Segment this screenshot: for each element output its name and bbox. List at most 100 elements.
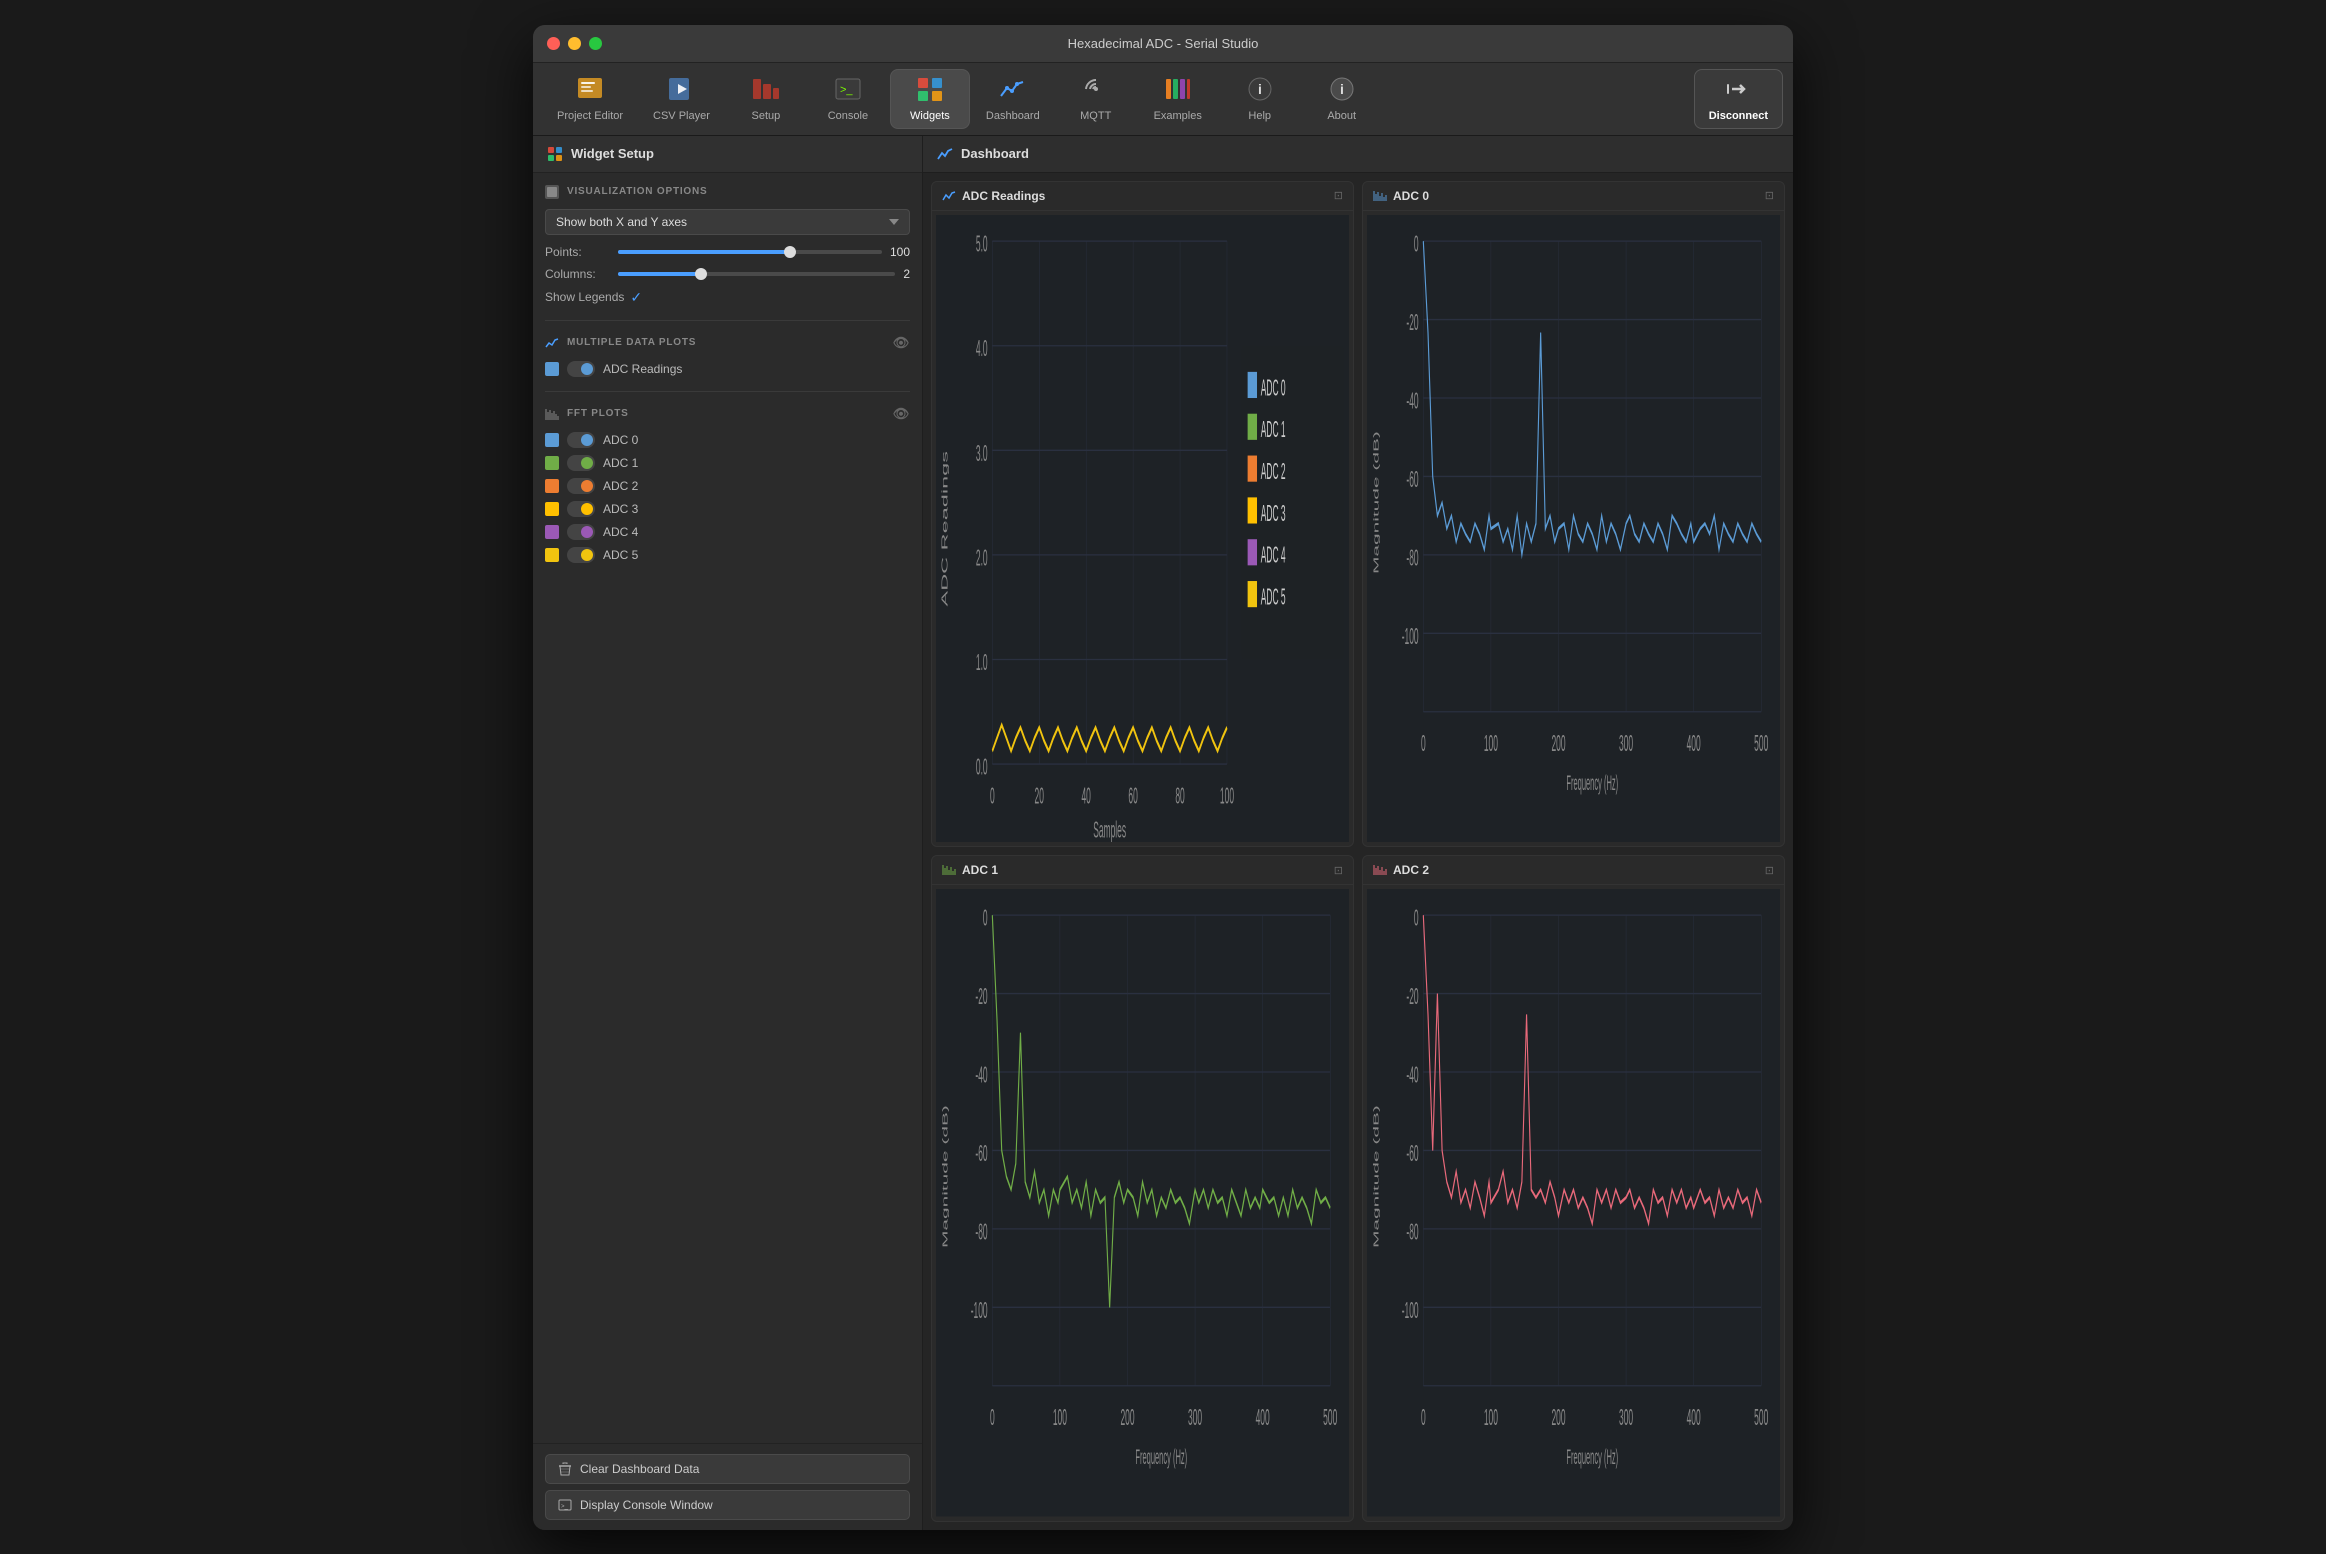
adc1-expand-icon[interactable]: ⊡	[1334, 864, 1343, 877]
chart-adc0-body: 0 -20 -40 -60 -80 -100 0 100	[1363, 211, 1784, 847]
svg-text:-60: -60	[1406, 1140, 1418, 1167]
points-slider[interactable]	[618, 250, 882, 254]
multiple-plots-icon	[545, 336, 559, 350]
svg-text:-60: -60	[1406, 465, 1418, 492]
multiple-plots-visibility-icon[interactable]: 👁	[893, 335, 910, 351]
adc-readings-toggle[interactable]	[567, 361, 595, 377]
adc2-toggle[interactable]	[567, 478, 595, 494]
svg-text:ADC 5: ADC 5	[1261, 583, 1286, 610]
axes-dropdown[interactable]: Show both X and Y axes Show X axis only …	[545, 209, 910, 235]
svg-text:Magnitude (dB): Magnitude (dB)	[941, 1105, 949, 1248]
toolbar-csv-player[interactable]: CSV Player	[639, 70, 724, 128]
svg-text:80: 80	[1175, 781, 1184, 808]
svg-text:400: 400	[1687, 729, 1701, 756]
svg-text:-100: -100	[1402, 1296, 1419, 1323]
svg-text:0: 0	[1421, 1404, 1426, 1431]
adc0-toggle[interactable]	[567, 432, 595, 448]
svg-text:-80: -80	[975, 1218, 987, 1245]
svg-text:ADC 1: ADC 1	[1261, 415, 1286, 442]
disconnect-button[interactable]: Disconnect	[1694, 69, 1783, 129]
minimize-button[interactable]	[568, 37, 581, 50]
chart-adc2-header: ADC 2 ⊡	[1363, 856, 1784, 885]
svg-text:Frequency (Hz): Frequency (Hz)	[1566, 772, 1618, 795]
svg-text:4.0: 4.0	[976, 334, 988, 361]
fft-item-adc0: ADC 0	[545, 432, 910, 448]
adc1-color	[545, 456, 559, 470]
svg-text:>_: >_	[840, 84, 853, 96]
display-console-label: Display Console Window	[580, 1498, 713, 1512]
svg-text:300: 300	[1619, 1404, 1633, 1431]
svg-text:5.0: 5.0	[976, 230, 988, 257]
mqtt-label: MQTT	[1080, 110, 1111, 122]
dashboard-label: Dashboard	[986, 110, 1040, 122]
svg-text:ADC 3: ADC 3	[1261, 499, 1286, 526]
console-label: Console	[828, 110, 868, 122]
svg-text:500: 500	[1323, 1404, 1337, 1431]
svg-text:400: 400	[1687, 1404, 1701, 1431]
display-console-button[interactable]: >_ Display Console Window	[545, 1490, 910, 1520]
dashboard: Dashboard ADC Readings ⊡	[923, 136, 1793, 1530]
adc2-svg: 0 -20 -40 -60 -80 -100 0 100 200	[1367, 889, 1780, 1517]
widgets-icon	[916, 76, 944, 106]
adc0-expand-icon[interactable]: ⊡	[1765, 189, 1774, 202]
toolbar-setup[interactable]: Setup	[726, 70, 806, 128]
svg-text:-40: -40	[1406, 1061, 1418, 1088]
toolbar-examples[interactable]: Examples	[1138, 70, 1218, 128]
project-editor-label: Project Editor	[557, 110, 623, 122]
svg-text:Samples: Samples	[1093, 815, 1126, 842]
adc4-color	[545, 525, 559, 539]
svg-text:100: 100	[1484, 1404, 1498, 1431]
chart-adc2: ADC 2 ⊡	[1362, 855, 1785, 1522]
svg-text:Magnitude (dB): Magnitude (dB)	[1372, 431, 1380, 574]
multiple-plots-section-title: MULTIPLE DATA PLOTS 👁	[545, 335, 910, 351]
points-row: Points: 100	[545, 245, 910, 259]
toolbar-about[interactable]: i About	[1302, 70, 1382, 128]
fft-item-adc4: ADC 4	[545, 524, 910, 540]
toolbar-widgets[interactable]: Widgets	[890, 69, 970, 129]
clear-dashboard-button[interactable]: Clear Dashboard Data	[545, 1454, 910, 1484]
adc3-toggle[interactable]	[567, 501, 595, 517]
fft-plots-visibility-icon[interactable]: 👁	[893, 406, 910, 422]
toolbar-mqtt[interactable]: MQTT	[1056, 70, 1136, 128]
chart-adc1: ADC 1 ⊡	[931, 855, 1354, 1522]
svg-text:0.0: 0.0	[976, 753, 988, 780]
adc5-toggle[interactable]	[567, 547, 595, 563]
toolbar-console[interactable]: >_ Console	[808, 70, 888, 128]
svg-text:-80: -80	[1406, 544, 1418, 571]
disconnect-label: Disconnect	[1709, 110, 1768, 122]
show-legends-check[interactable]: ✓	[630, 289, 642, 306]
svg-text:0: 0	[1421, 729, 1426, 756]
adc4-toggle[interactable]	[567, 524, 595, 540]
adc2-expand-icon[interactable]: ⊡	[1765, 864, 1774, 877]
maximize-button[interactable]	[589, 37, 602, 50]
adc1-toggle[interactable]	[567, 455, 595, 471]
sidebar-title: Widget Setup	[571, 146, 654, 161]
adc-readings-chart-icon	[942, 190, 956, 202]
svg-text:Frequency (Hz): Frequency (Hz)	[1135, 1447, 1187, 1470]
widgets-label: Widgets	[910, 110, 950, 122]
fft-plots-icon	[545, 407, 559, 421]
dashboard-header-icon	[937, 146, 953, 162]
csv-player-label: CSV Player	[653, 110, 710, 122]
svg-text:20: 20	[1035, 781, 1044, 808]
show-legends-row: Show Legends ✓	[545, 289, 910, 306]
toolbar-help[interactable]: i Help	[1220, 70, 1300, 128]
svg-text:0: 0	[1414, 904, 1419, 931]
svg-text:60: 60	[1128, 781, 1137, 808]
adc3-label: ADC 3	[603, 502, 638, 516]
sidebar: Widget Setup VISUALIZATION OPTIONS Show …	[533, 136, 923, 1530]
close-button[interactable]	[547, 37, 560, 50]
adc-readings-expand-icon[interactable]: ⊡	[1334, 189, 1343, 202]
columns-slider[interactable]	[618, 272, 895, 276]
fft-plots-section-title: FFT PLOTS 👁	[545, 406, 910, 422]
toolbar-project-editor[interactable]: Project Editor	[543, 70, 637, 128]
svg-text:100: 100	[1484, 729, 1498, 756]
about-icon: i	[1328, 76, 1356, 106]
svg-text:0: 0	[1414, 230, 1419, 257]
toolbar-dashboard[interactable]: Dashboard	[972, 70, 1054, 128]
columns-value: 2	[903, 267, 910, 281]
svg-text:ADC 4: ADC 4	[1261, 541, 1286, 568]
visualization-icon	[545, 185, 559, 199]
svg-text:2.0: 2.0	[976, 544, 988, 571]
adc2-chart-icon	[1373, 864, 1387, 876]
